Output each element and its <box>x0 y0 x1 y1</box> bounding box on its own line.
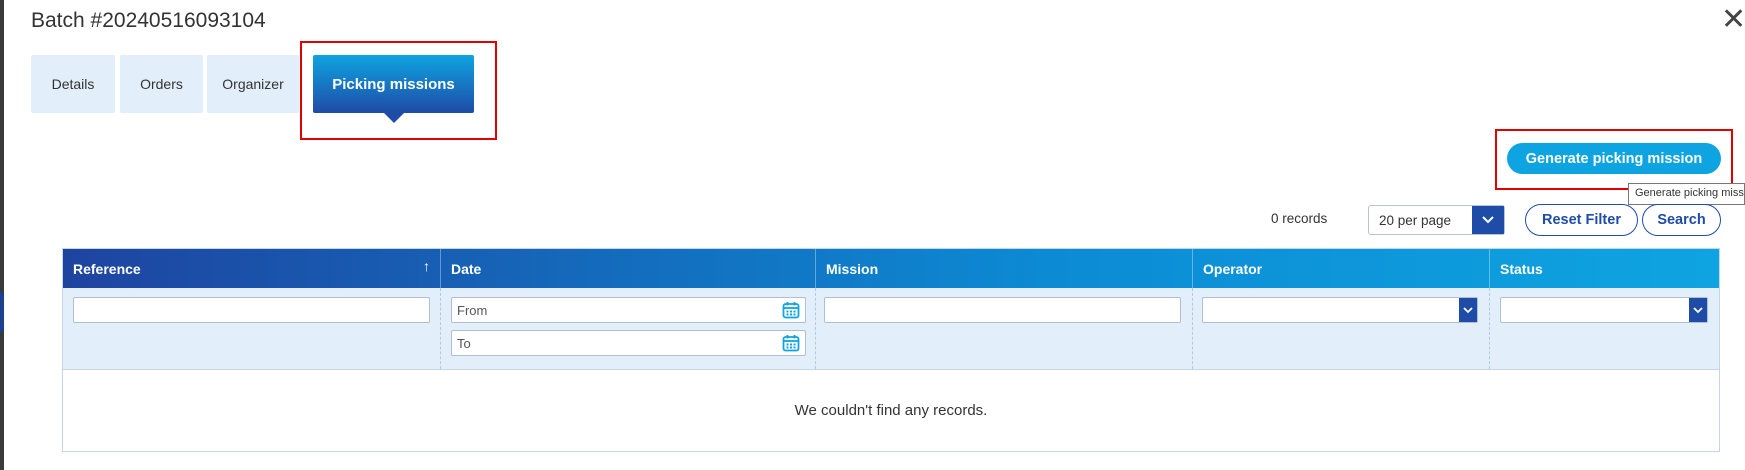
column-header-reference[interactable]: Reference ↑ <box>63 249 441 288</box>
date-from-input[interactable]: From <box>451 297 806 323</box>
per-page-select[interactable]: 20 per page <box>1368 205 1505 235</box>
records-count: 0 records <box>1271 211 1328 226</box>
tab-label: Organizer <box>222 76 284 92</box>
column-header-mission[interactable]: Mission <box>816 249 1193 288</box>
per-page-value: 20 per page <box>1379 212 1452 228</box>
column-label: Reference <box>73 260 141 277</box>
tab-label: Orders <box>140 76 183 92</box>
reference-filter-input[interactable] <box>73 297 430 323</box>
background-window-accent <box>0 292 4 332</box>
tab-picking-missions[interactable]: Picking missions <box>313 55 474 123</box>
mission-filter-input[interactable] <box>824 297 1181 323</box>
column-header-date[interactable]: Date <box>441 249 816 288</box>
operator-filter-select[interactable] <box>1202 297 1478 323</box>
empty-state-message: We couldn't find any records. <box>794 401 988 419</box>
tab-orders[interactable]: Orders <box>120 55 203 113</box>
filter-row: From To <box>63 288 1719 370</box>
tab-label: Details <box>51 76 95 92</box>
table-header: Reference ↑ Date Mission Operator Status <box>63 249 1719 288</box>
modal-title: Batch #20240516093104 <box>31 9 266 32</box>
chevron-down-icon <box>1459 298 1477 322</box>
tab-details[interactable]: Details <box>31 55 115 113</box>
calendar-icon[interactable] <box>782 334 800 352</box>
date-to-input[interactable]: To <box>451 330 806 356</box>
column-label: Mission <box>826 260 879 277</box>
generate-tooltip: Generate picking mission <box>1628 183 1745 205</box>
filter-cell-status <box>1490 288 1719 369</box>
chevron-down-icon <box>1689 298 1707 322</box>
background-window-edge <box>0 0 4 470</box>
filter-cell-mission <box>816 288 1193 369</box>
reset-filter-button[interactable]: Reset Filter <box>1525 204 1638 236</box>
filter-cell-reference <box>63 288 441 369</box>
date-to-placeholder: To <box>457 335 471 351</box>
column-header-operator[interactable]: Operator <box>1193 249 1490 288</box>
filter-cell-date: From To <box>441 288 816 369</box>
column-header-status[interactable]: Status <box>1490 249 1719 288</box>
date-from-placeholder: From <box>457 302 488 318</box>
close-icon[interactable]: ✕ <box>1721 4 1745 36</box>
filter-cell-operator <box>1193 288 1490 369</box>
column-label: Operator <box>1203 260 1263 277</box>
column-label: Status <box>1500 260 1543 277</box>
tab-label: Picking missions <box>332 75 455 93</box>
generate-picking-mission-button[interactable]: Generate picking mission <box>1507 143 1721 174</box>
column-label: Date <box>451 260 482 277</box>
tab-organizer[interactable]: Organizer <box>207 55 299 113</box>
calendar-icon[interactable] <box>782 301 800 319</box>
sort-arrow-up-icon[interactable]: ↑ <box>423 258 430 274</box>
chevron-down-icon <box>1472 206 1504 234</box>
status-filter-select[interactable] <box>1500 297 1708 323</box>
search-button[interactable]: Search <box>1642 204 1721 236</box>
picking-missions-table: Reference ↑ Date Mission Operator Status… <box>62 248 1720 452</box>
